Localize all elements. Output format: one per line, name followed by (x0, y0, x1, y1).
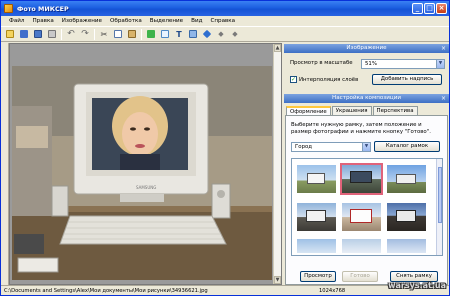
scroll-up-icon[interactable]: ▲ (274, 44, 281, 52)
tab-body: Выберите нужную рамку, затем положение и… (285, 115, 448, 285)
photo-preview[interactable]: SAMSUNG (12, 66, 272, 280)
canvas-area[interactable]: SAMSUNG ▲ ▼ (9, 43, 282, 285)
scroll-down-icon[interactable]: ▼ (274, 276, 281, 284)
tab-perspective[interactable]: Перспектива (372, 106, 418, 115)
app-icon (4, 4, 13, 13)
cut-icon[interactable]: ✂ (98, 28, 110, 40)
thumbnail-scrollbar[interactable] (436, 159, 442, 255)
frame-icon[interactable] (159, 28, 171, 40)
text-icon[interactable]: T (173, 28, 185, 40)
arrow-left-icon[interactable]: ◆ (215, 28, 227, 40)
menu-help[interactable]: Справка (206, 18, 239, 24)
menu-image[interactable]: Изображение (58, 18, 106, 24)
image-panel-title: Изображение (346, 45, 387, 51)
window-title: Фото МИКСЕР (17, 4, 69, 13)
title-bar[interactable]: Фото МИКСЕР _ □ × (1, 1, 449, 16)
scale-label: Просмотр в масштабе (290, 60, 353, 66)
menu-selection[interactable]: Выделение (146, 18, 187, 24)
composition-tabs: Оформление Украшения Перспектива (286, 106, 419, 116)
tab-ornaments[interactable]: Украшения (331, 106, 372, 115)
photo-image: SAMSUNG (12, 66, 272, 280)
scroll-thumb[interactable] (438, 167, 442, 223)
status-image-size: 1024x768 (319, 288, 346, 294)
category-value: Город (295, 144, 313, 150)
menu-processing[interactable]: Обработка (106, 18, 146, 24)
status-file-path: C:\Documents and Settings\Alex\Мои докум… (4, 288, 208, 294)
toolbar: ↶ ↷ ✂ T ◆ ◆ (1, 26, 449, 42)
maximize-button[interactable]: □ (424, 3, 435, 14)
frame-thumbnail[interactable] (297, 165, 336, 193)
composition-panel-header[interactable]: Настройка композиции × (284, 94, 449, 103)
brush-icon[interactable] (201, 28, 213, 40)
minimize-button[interactable]: _ (412, 3, 423, 14)
collapse-icon[interactable]: × (441, 94, 446, 103)
frame-thumbnail[interactable] (387, 165, 426, 193)
menu-bar: Файл Правка Изображение Обработка Выделе… (1, 16, 449, 26)
composition-panel-title: Настройка композиции (332, 95, 401, 101)
close-button[interactable]: × (436, 3, 447, 14)
toolbar-separator (61, 28, 62, 40)
status-bar: C:\Documents and Settings\Alex\Мои докум… (1, 285, 449, 295)
arrow-right-icon[interactable]: ◆ (229, 28, 241, 40)
layers-icon[interactable] (145, 28, 157, 40)
watermark: warsys.at.ua (388, 281, 446, 290)
canvas-vertical-scrollbar[interactable]: ▲ ▼ (273, 44, 281, 284)
paste-icon[interactable] (126, 28, 138, 40)
toolbar-separator (94, 28, 95, 40)
svg-text:SAMSUNG: SAMSUNG (136, 185, 156, 190)
frame-thumbnail-list[interactable] (291, 158, 443, 256)
menu-view[interactable]: Вид (187, 18, 206, 24)
chevron-down-icon[interactable]: ▼ (362, 143, 370, 151)
copy-icon[interactable] (112, 28, 124, 40)
new-file-icon[interactable] (4, 28, 16, 40)
redo-icon[interactable]: ↷ (79, 28, 91, 40)
interpolation-checkbox[interactable]: ✓ (290, 76, 297, 83)
app-window: Фото МИКСЕР _ □ × Файл Правка Изображени… (0, 0, 450, 296)
toolbar-separator (141, 28, 142, 40)
open-folder-icon[interactable] (18, 28, 30, 40)
window-controls: _ □ × (412, 3, 447, 14)
chevron-down-icon[interactable]: ▼ (436, 60, 444, 68)
menu-edit[interactable]: Правка (28, 18, 57, 24)
print-icon[interactable] (46, 28, 58, 40)
frame-thumbnail-selected[interactable] (340, 163, 383, 195)
left-tool-strip (1, 43, 9, 285)
frame-thumbnail[interactable] (342, 239, 381, 253)
add-caption-button[interactable]: Добавить надпись (372, 74, 442, 85)
instructions-text: Выберите нужную рамку, затем положение и… (291, 122, 431, 135)
frame-thumbnail[interactable] (387, 239, 426, 253)
preview-button[interactable]: Просмотр (300, 271, 336, 282)
right-panel: Изображение × Просмотр в масштабе 51% ▼ … (284, 43, 449, 285)
menu-file[interactable]: Файл (5, 18, 28, 24)
collapse-icon[interactable]: × (441, 44, 446, 53)
frame-thumbnail[interactable] (342, 203, 381, 231)
frame-thumbnail[interactable] (387, 203, 426, 231)
scale-select[interactable]: 51% ▼ (361, 59, 445, 69)
frame-thumbnail[interactable] (297, 239, 336, 253)
category-select[interactable]: Город ▼ (291, 142, 371, 152)
interpolation-label: Интерполяция слоёв (299, 77, 359, 83)
scale-value: 51% (365, 61, 377, 67)
ready-button[interactable]: Готово (342, 271, 378, 282)
mask-icon[interactable] (187, 28, 199, 40)
undo-icon[interactable]: ↶ (65, 28, 77, 40)
frame-thumbnail[interactable] (297, 203, 336, 231)
save-icon[interactable] (32, 28, 44, 40)
frame-catalog-button[interactable]: Каталог рамок (374, 141, 440, 152)
image-panel-header[interactable]: Изображение × (284, 44, 449, 53)
